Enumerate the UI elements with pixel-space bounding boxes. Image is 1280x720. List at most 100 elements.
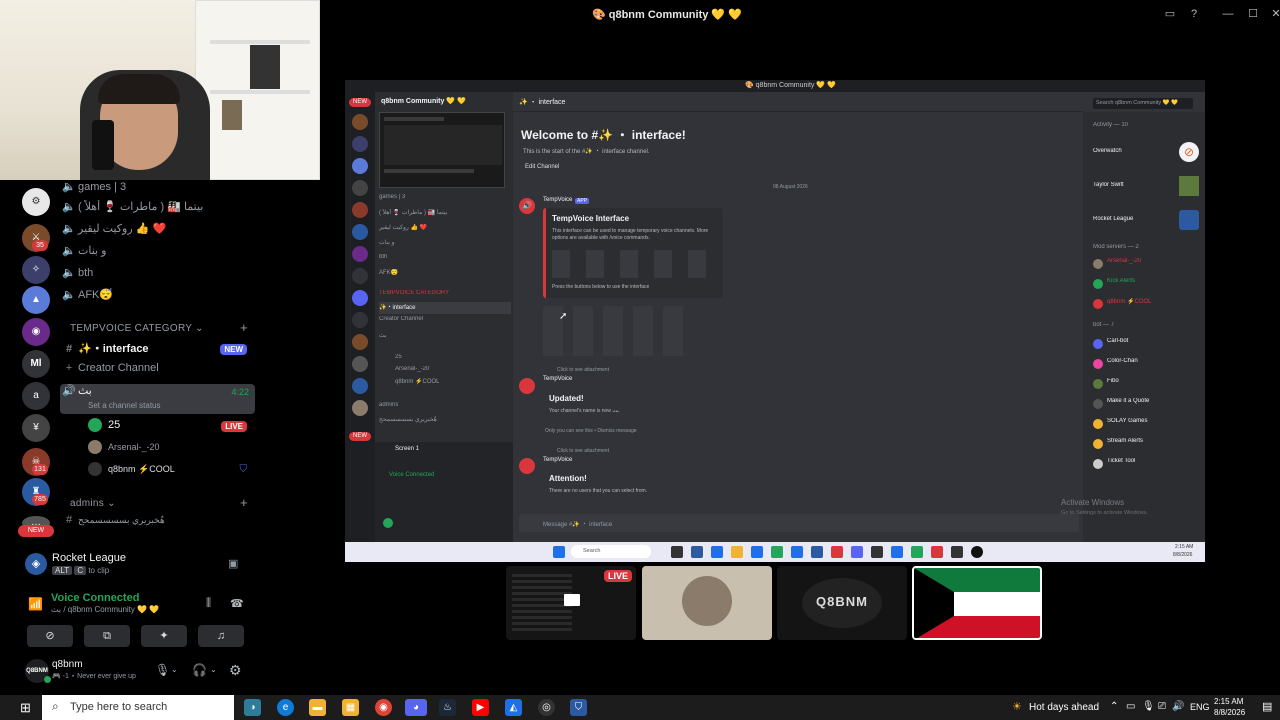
help-icon[interactable]: ? — [1186, 6, 1202, 22]
overlay-icon[interactable]: ▣ — [228, 557, 238, 570]
add-channel-icon[interactable]: + — [240, 495, 248, 510]
plus-icon: + — [65, 362, 73, 374]
tray-icon[interactable]: ▭ — [1126, 701, 1135, 712]
mention-badge: 785 — [32, 494, 48, 505]
new-badge: NEW — [220, 344, 247, 355]
monitor-icon — [564, 594, 580, 606]
app-icon[interactable]: ⛉ — [570, 699, 587, 716]
screen-share-button[interactable]: ⧉ — [84, 625, 130, 647]
store-icon[interactable]: ▦ — [342, 699, 359, 716]
noise-suppression-icon[interactable]: ⫼ — [206, 597, 211, 610]
voice-member[interactable]: Arsenal-_-20 — [88, 440, 253, 460]
network-icon[interactable]: ⎚ — [1158, 701, 1166, 712]
volume-icon[interactable]: 🔊 — [1172, 701, 1184, 712]
speaker-icon: 🔈 — [62, 181, 76, 193]
speaker-icon: 🔈 — [62, 267, 76, 279]
edge-icon[interactable]: e — [277, 699, 294, 716]
hash-icon: # — [65, 514, 73, 526]
language-indicator[interactable]: ENG — [1190, 702, 1210, 712]
server-icon[interactable]: ⚙ — [22, 188, 50, 216]
chevron-down-icon[interactable]: ⌄ — [210, 665, 217, 674]
category-admins[interactable]: admins ⌄ — [70, 498, 116, 509]
voice-channel[interactable]: 🔈 و بنات — [60, 244, 255, 264]
voice-connected-label[interactable]: Voice Connected — [51, 592, 139, 604]
username[interactable]: q8bnm — [52, 659, 83, 670]
thumbnail-screen[interactable]: LIVE — [506, 566, 636, 640]
thumbnail-user[interactable] — [642, 566, 772, 640]
channel-interface[interactable]: # ✨・interface NEW — [60, 340, 255, 360]
category-tempvoice[interactable]: TEMPVOICE CATEGORY ⌄ — [70, 323, 204, 334]
voice-channel-active[interactable]: 🔊 بث 4:22 Set a channel status — [60, 384, 255, 414]
stream-server-list: NEW NEW — [345, 92, 375, 542]
stream-taskbar: Search 2:15 AM 8/8/2026 — [345, 542, 1205, 562]
minimize-icon[interactable]: — — [1220, 6, 1236, 22]
discord-icon[interactable]: ◕ — [405, 699, 427, 716]
server-icon[interactable]: Ml — [22, 350, 50, 378]
notifications-icon[interactable]: ▤ — [1262, 700, 1272, 713]
headphones-icon[interactable]: 🎧 — [192, 663, 207, 677]
speaker-icon: 🔊 — [62, 385, 76, 397]
folder-icon[interactable]: ▬ — [309, 699, 326, 716]
settings-gear-icon[interactable]: ⚙ — [229, 662, 242, 679]
channel-status[interactable]: Set a channel status — [88, 401, 161, 410]
activities-button[interactable]: ✦ — [141, 625, 187, 647]
live-badge: LIVE — [221, 421, 247, 432]
taskbar-search[interactable]: ⌕ Type here to search — [42, 695, 234, 720]
rocket-league-icon: ◈ — [25, 553, 47, 575]
channel-list: 🔈 games | 3 🔈 بيتما 🏭 ( ماطرات 🍷 أهلاً ) 🔈… — [60, 180, 255, 540]
tray-chevron-icon[interactable]: ⌃ — [1110, 701, 1118, 712]
voice-member[interactable]: 25 LIVE — [88, 418, 253, 438]
start-icon[interactable]: ⊞ — [20, 700, 31, 716]
shield-icon: ⛉ — [239, 464, 248, 475]
speaker-icon: 🔈 — [62, 245, 76, 257]
maximize-icon[interactable]: ☐ — [1245, 6, 1261, 22]
avatar — [88, 440, 102, 454]
disconnect-icon[interactable]: ☎ — [230, 597, 244, 610]
microphone-icon[interactable]: 🎙 — [155, 663, 170, 677]
chevron-down-icon[interactable]: ⌄ — [171, 665, 178, 674]
stream-view[interactable]: 🎨 q8bnm Community 💛 💛 NEW NEW q8bnm Comm… — [345, 80, 1205, 562]
server-icon[interactable]: ¥ — [22, 414, 50, 442]
online-status-dot — [44, 676, 51, 683]
youtube-icon[interactable]: ▶ — [472, 699, 489, 716]
app-icon[interactable]: ◎ — [538, 699, 555, 716]
voice-channel[interactable]: 🔈 games | 3 — [60, 180, 255, 200]
voice-channel[interactable]: 🔈 bth — [60, 266, 255, 286]
stream-member-list: Activity — 10 Overwatch ⊘ Taylor Swift R… — [1083, 112, 1205, 542]
soundboard-button[interactable]: ♫ — [198, 625, 244, 647]
close-icon[interactable]: ✕ — [1268, 6, 1280, 22]
server-icon[interactable]: a — [22, 382, 50, 410]
app-icon[interactable]: ◭ — [505, 699, 522, 716]
clock-time[interactable]: 2:15 AM — [1214, 697, 1243, 706]
camera-off-button[interactable]: ⊘ — [27, 625, 73, 647]
windows-taskbar: ⊞ ⌕ Type here to search ◑ e ▬ ▦ ◉ ◕ ♨ ▶ … — [0, 695, 1280, 720]
speaker-icon: 🔈 — [62, 223, 76, 235]
steam-icon[interactable]: ♨ — [439, 699, 456, 716]
voice-channel[interactable]: 🔈 بيتما 🏭 ( ماطرات 🍷 أهلاً ) — [60, 200, 255, 220]
stream-channel-list: q8bnm Community 💛 💛 games | 3 بيتما 🏭 ( … — [375, 92, 513, 542]
thumbnail-brand[interactable]: Q8BNM — [777, 566, 907, 640]
voice-member[interactable]: q8bnm ⚡COOL ⛉ — [88, 462, 253, 482]
inbox-icon[interactable]: ▭ — [1162, 6, 1178, 22]
microphone — [92, 120, 114, 170]
voice-channel-name[interactable]: بث / q8bnm Community 💛 💛 — [51, 605, 159, 614]
add-channel-icon[interactable]: + — [240, 320, 248, 335]
voice-channel[interactable]: 🔈 روكيت ليقير 👍 ❤️ — [60, 222, 255, 242]
microphone-icon[interactable]: 🎙 — [1142, 701, 1155, 712]
weather-text[interactable]: Hot days ahead — [1029, 702, 1099, 713]
clock-date[interactable]: 8/8/2026 — [1214, 708, 1245, 717]
channel-creator[interactable]: + Creator Channel — [60, 362, 255, 382]
live-badge: LIVE — [603, 570, 632, 582]
stream-thumbnails: LIVE Q8BNM — [506, 566, 1046, 642]
server-icon[interactable]: ▲ — [22, 286, 50, 314]
chrome-icon[interactable]: ◉ — [375, 699, 392, 716]
speaker-icon: 🔈 — [62, 289, 76, 301]
thumbnail-flag[interactable] — [912, 566, 1042, 640]
server-icon[interactable]: ✧ — [22, 256, 50, 284]
signal-icon: 📶 — [28, 597, 43, 611]
voice-channel[interactable]: 🔈 AFK😴 — [60, 288, 255, 308]
app-icon[interactable]: ◑ — [244, 699, 261, 716]
channel-admin-text[interactable]: # هٌخبريري بسسسسمحح — [60, 514, 255, 534]
server-icon[interactable]: ◉ — [22, 318, 50, 346]
search-icon: ⌕ — [52, 699, 59, 713]
